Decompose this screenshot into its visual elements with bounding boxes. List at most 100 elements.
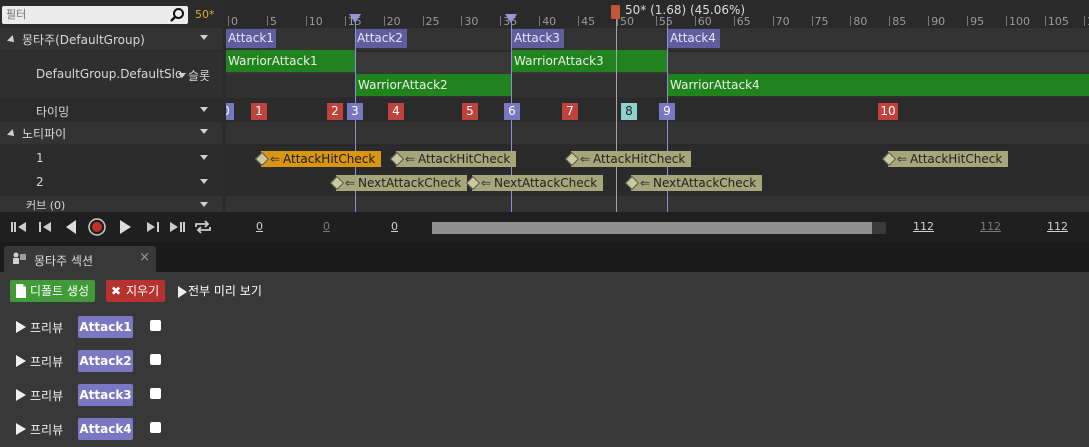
create-default-button[interactable]: 디폴트 생성 xyxy=(10,280,96,302)
section-attack3[interactable]: Attack3 xyxy=(512,29,564,48)
collapse-icon[interactable] xyxy=(7,35,17,45)
segment-warrior-attack4[interactable]: WarriorAttack4 xyxy=(668,74,1089,96)
timing-index[interactable]: 4 xyxy=(388,103,404,120)
loop-checkbox[interactable] xyxy=(150,320,161,331)
chevron-down-icon[interactable] xyxy=(200,107,208,112)
play-icon[interactable] xyxy=(16,389,26,401)
section-marker[interactable] xyxy=(349,14,361,23)
filter-box[interactable] xyxy=(2,6,188,24)
montage-group-row[interactable]: 몽타주(DefaultGroup) xyxy=(0,28,222,50)
loop-checkbox[interactable] xyxy=(150,422,161,433)
slot-dropdown[interactable]: 슬롯 xyxy=(178,67,210,84)
timing-index[interactable]: 7 xyxy=(562,103,578,120)
filter-input[interactable] xyxy=(6,7,166,22)
jump-to-start-icon[interactable] xyxy=(8,218,30,236)
clear-button[interactable]: ✖ 지우기 xyxy=(106,280,166,302)
section-attack1[interactable]: Attack1 xyxy=(226,29,276,48)
timeline-scrollbar[interactable] xyxy=(432,222,886,234)
loop-checkbox[interactable] xyxy=(150,388,161,399)
notify-next-attack-check[interactable]: ⇐ NextAttackCheck xyxy=(624,175,763,191)
slot-row: DefaultGroup.DefaultSlo 슬롯 xyxy=(0,52,222,98)
notify-label: NextAttackCheck xyxy=(358,176,462,190)
scrubber-handle[interactable] xyxy=(611,5,620,19)
timing-index[interactable]: 6 xyxy=(504,103,520,120)
ruler-label: 25 xyxy=(425,15,440,28)
play-icon[interactable] xyxy=(16,321,26,333)
ruler-tick xyxy=(1083,16,1085,26)
notify-label: NextAttackCheck xyxy=(494,176,598,190)
notifies-row[interactable]: 노티파이 xyxy=(0,122,222,144)
notify-attack-hit-check[interactable]: ⇐ AttackHitCheck xyxy=(389,151,517,167)
preview-label[interactable]: 프리뷰 xyxy=(30,387,63,404)
record-icon[interactable] xyxy=(86,218,108,236)
timing-index[interactable]: 1 xyxy=(251,103,267,120)
chevron-down-icon[interactable] xyxy=(200,202,208,207)
segment-warrior-attack2[interactable]: WarriorAttack2 xyxy=(356,74,512,96)
range-start-value[interactable]: 0 xyxy=(391,220,398,233)
section-chip[interactable]: Attack3 xyxy=(78,384,133,406)
timing-index[interactable]: 8 xyxy=(621,103,637,120)
curves-row[interactable]: 커브 (0) xyxy=(0,196,222,212)
chevron-down-icon[interactable] xyxy=(200,129,208,134)
step-forward-icon[interactable] xyxy=(142,218,164,236)
preview-label[interactable]: 프리뷰 xyxy=(30,319,63,336)
tab-montage-sections[interactable]: 몽타주 섹션 × xyxy=(4,246,156,272)
loop-icon[interactable] xyxy=(192,218,214,236)
chevron-down-icon[interactable] xyxy=(200,35,208,40)
preview-all-label: 전부 미리 보기 xyxy=(188,284,262,298)
preview-label[interactable]: 프리뷰 xyxy=(30,421,63,438)
timing-row[interactable]: 타이밍 xyxy=(0,100,222,122)
notify-label: AttackHitCheck xyxy=(910,152,1003,166)
create-default-label: 디폴트 생성 xyxy=(30,284,90,298)
loop-checkbox[interactable] xyxy=(150,354,161,365)
section-chip[interactable]: Attack4 xyxy=(78,418,133,440)
notify-next-attack-check[interactable]: ⇐ NextAttackCheck xyxy=(329,175,468,191)
diamond-icon xyxy=(881,151,897,167)
timing-index[interactable]: 10 xyxy=(878,103,898,120)
notify-attack-hit-check[interactable]: ⇐ AttackHitCheck xyxy=(564,151,692,167)
notify-attack-hit-check[interactable]: ⇐ AttackHitCheck xyxy=(254,151,382,167)
range-end-value[interactable]: 112 xyxy=(913,220,934,233)
notify-next-attack-check[interactable]: ⇐ NextAttackCheck xyxy=(465,175,604,191)
scrollbar-thumb[interactable] xyxy=(432,222,872,234)
section-marker[interactable] xyxy=(505,14,517,23)
chevron-down-icon[interactable] xyxy=(200,179,208,184)
close-icon[interactable]: × xyxy=(139,250,150,265)
segment-warrior-attack3[interactable]: WarriorAttack3 xyxy=(512,50,668,72)
section-chip[interactable]: Attack2 xyxy=(78,350,133,372)
view-end-value[interactable]: 112 xyxy=(1047,220,1068,233)
work-start-value[interactable]: 0 xyxy=(323,220,330,233)
timeline-area[interactable]: 0510152025303540455055606570758085909510… xyxy=(226,0,1089,212)
ruler-label: 5 xyxy=(269,15,277,28)
section-attack4[interactable]: Attack4 xyxy=(668,29,720,48)
play-icon[interactable] xyxy=(16,423,26,435)
diamond-icon xyxy=(329,175,345,191)
timing-index[interactable]: 5 xyxy=(462,103,478,120)
segment-warrior-attack1[interactable]: WarriorAttack1 xyxy=(226,50,355,72)
play-icon[interactable] xyxy=(114,218,136,236)
search-icon[interactable] xyxy=(169,7,185,23)
timing-index[interactable]: 2 xyxy=(327,103,343,120)
preview-all-button[interactable]: 전부 미리 보기 xyxy=(174,280,268,302)
ruler-tick xyxy=(461,16,463,26)
notify-track-2[interactable]: 2 xyxy=(0,172,222,194)
notify-track-1[interactable]: 1 xyxy=(0,148,222,170)
preview-label[interactable]: 프리뷰 xyxy=(30,353,63,370)
timing-index[interactable]: 3 xyxy=(347,103,363,120)
jump-to-end-icon[interactable] xyxy=(166,218,188,236)
collapse-icon[interactable] xyxy=(7,129,17,139)
play-icon[interactable] xyxy=(16,355,26,367)
timing-index[interactable]: 0 xyxy=(226,103,234,120)
notify-arrow-icon: ⇐ xyxy=(481,176,492,190)
chevron-down-icon xyxy=(178,73,186,78)
timing-index[interactable]: 9 xyxy=(659,103,675,120)
notify-attack-hit-check[interactable]: ⇐ AttackHitCheck xyxy=(881,151,1009,167)
section-chip[interactable]: Attack1 xyxy=(78,316,133,338)
chevron-down-icon[interactable] xyxy=(200,155,208,160)
section-attack2[interactable]: Attack2 xyxy=(355,29,407,48)
step-back-icon[interactable] xyxy=(34,218,56,236)
view-start-value[interactable]: 0 xyxy=(256,220,263,233)
play-reverse-icon[interactable] xyxy=(60,218,82,236)
ruler-label: 85 xyxy=(892,15,907,28)
work-end-value[interactable]: 112 xyxy=(980,220,1001,233)
